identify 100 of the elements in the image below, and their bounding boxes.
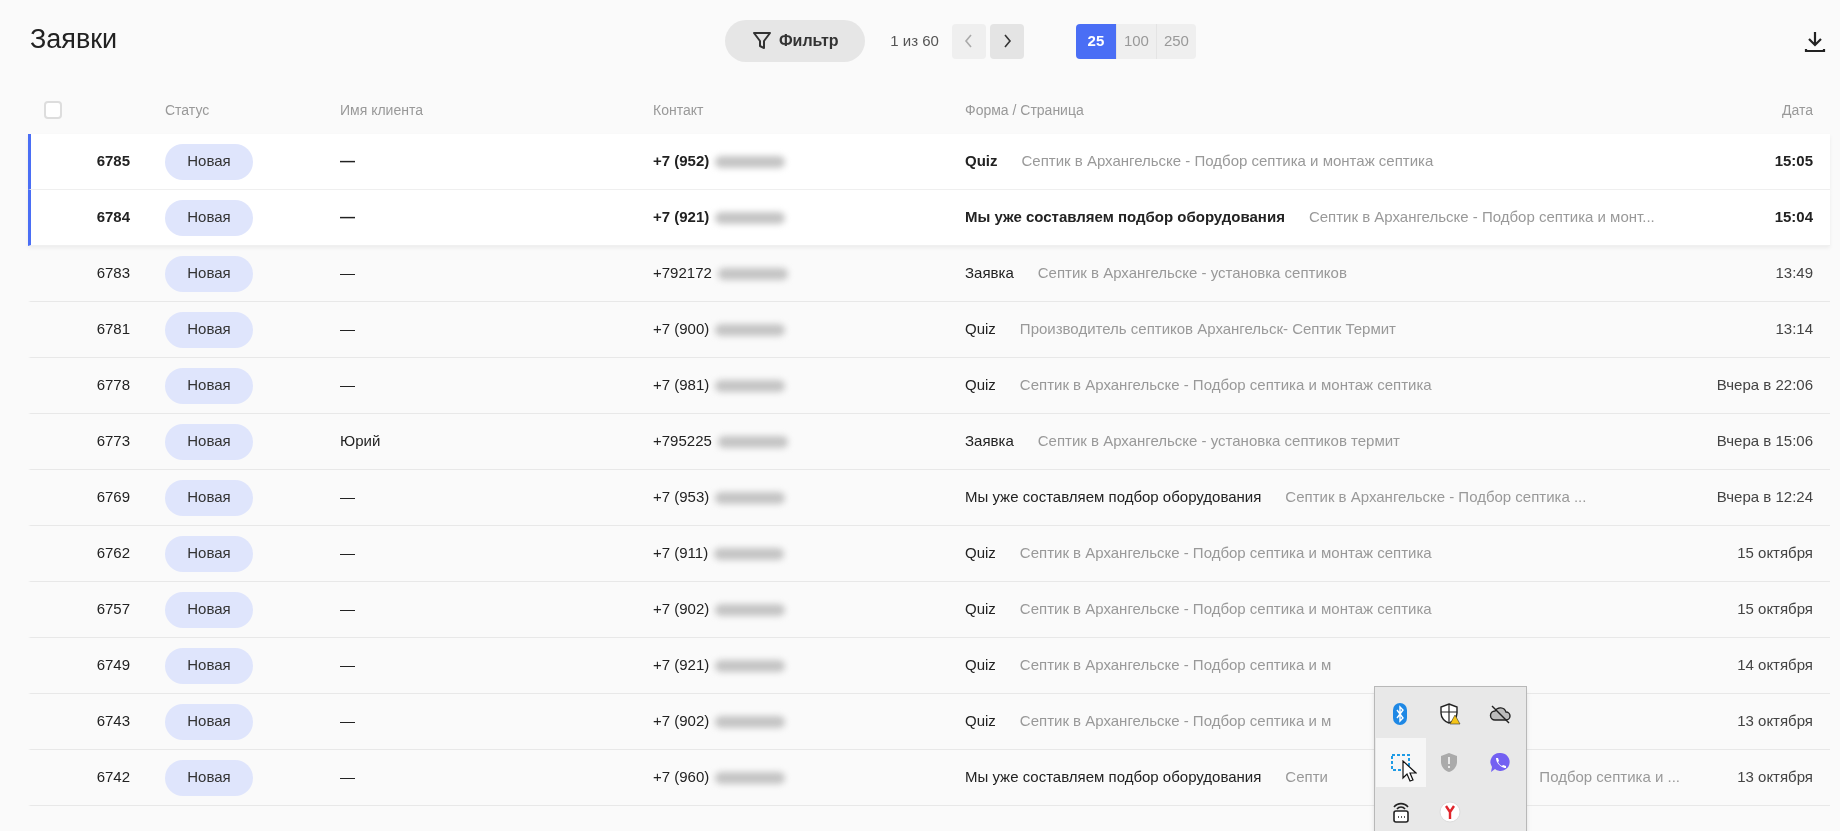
blurred-text xyxy=(715,155,786,168)
next-page-button[interactable] xyxy=(989,23,1024,59)
request-id: 6783 xyxy=(96,264,130,282)
form-name: Заявка xyxy=(965,431,1014,452)
form-name: Мы уже составляем подбор оборудования xyxy=(965,767,1262,788)
shield-warning-icon xyxy=(1439,702,1462,725)
client-name: — xyxy=(340,376,355,394)
selection-icon xyxy=(1389,751,1412,774)
blurred-text xyxy=(714,547,785,560)
date: 13:49 xyxy=(1775,264,1813,282)
contact-phone: +7 (921) xyxy=(653,207,710,228)
status-badge: Новая xyxy=(165,311,253,348)
request-id: 6773 xyxy=(96,432,130,450)
blurred-text xyxy=(715,603,786,616)
form-name: Quiz xyxy=(965,711,996,732)
page-name: Септик в Архангельске - Подбор септика и монтаж септика xyxy=(1019,599,1432,620)
download-button[interactable] xyxy=(1804,30,1826,52)
blurred-text xyxy=(717,435,788,448)
page-size-option[interactable]: 250 xyxy=(1155,23,1196,59)
date: Вчера в 15:06 xyxy=(1716,432,1813,450)
form-name: Quiz xyxy=(965,151,998,172)
blurred-text xyxy=(715,771,786,784)
contact-phone: +792172 xyxy=(653,263,712,284)
filter-button[interactable]: Фильтр xyxy=(725,20,866,62)
date: 13:14 xyxy=(1775,320,1813,338)
client-name: — xyxy=(340,152,355,170)
page-name: Септик в Архангельске - Подбор септика и м xyxy=(1019,711,1332,732)
form-name: Заявка xyxy=(965,263,1014,284)
page-range: 1 из 60 xyxy=(890,30,939,51)
blurred-text xyxy=(715,379,786,392)
request-id: 6762 xyxy=(96,544,130,562)
request-id: 6784 xyxy=(96,208,130,226)
date: 15:04 xyxy=(1774,208,1813,226)
client-name: — xyxy=(340,208,355,226)
client-name: — xyxy=(340,488,355,506)
status-badge: Новая xyxy=(165,479,253,516)
browser-icon xyxy=(1439,800,1462,823)
date: 15 октября xyxy=(1737,600,1813,618)
date: 15:05 xyxy=(1774,152,1813,170)
blurred-text xyxy=(715,323,786,336)
form-name: Quiz xyxy=(965,319,996,340)
status-badge: Новая xyxy=(165,423,253,460)
form-name: Мы уже составляем подбор оборудования xyxy=(965,487,1262,508)
page-name: Септик в Архангельске - Подбор септика и монтаж септика xyxy=(1019,375,1432,396)
status-badge: Новая xyxy=(165,143,253,180)
request-id: 6742 xyxy=(96,768,130,786)
date: 14 октября xyxy=(1737,656,1813,674)
date: 13 октября xyxy=(1737,712,1813,730)
blurred-text xyxy=(715,491,786,504)
client-name: — xyxy=(340,656,355,674)
page-name: Септик в Архангельске - Подбор септика и монтаж септика xyxy=(1021,151,1434,172)
page-name: Септик в Архангельске - Подбор септика и монтаж септика xyxy=(1019,543,1432,564)
status-badge: Новая xyxy=(165,255,253,292)
page-name: Септик в Архангельске - установка септиков xyxy=(1037,263,1347,284)
contact-phone: +7 (921) xyxy=(653,655,710,676)
filter-icon xyxy=(751,31,772,51)
page-name: Производитель септиков Архангельск- Септик Термит xyxy=(1019,319,1396,340)
client-name: — xyxy=(340,320,355,338)
request-id: 6743 xyxy=(96,712,130,730)
status-badge: Новая xyxy=(165,535,253,572)
date: 15 октября xyxy=(1737,544,1813,562)
contact-phone: +795225 xyxy=(653,431,712,452)
status-badge: Новая xyxy=(165,199,253,236)
page-name: Подбор септика и ... xyxy=(1539,767,1680,788)
page-name: Септик в Архангельске - установка септиков термит xyxy=(1037,431,1400,452)
status-badge: Новая xyxy=(165,367,253,404)
form-name: Quiz xyxy=(965,655,996,676)
page-title: Заявки xyxy=(30,22,118,56)
blurred-text xyxy=(715,715,786,728)
chat-phone-icon xyxy=(1489,751,1512,774)
form-name: Quiz xyxy=(965,599,996,620)
download-icon xyxy=(1804,30,1826,52)
column-header: Дата xyxy=(1782,101,1813,118)
form-name: Quiz xyxy=(965,375,996,396)
contact-phone: +7 (981) xyxy=(653,375,710,396)
contact-phone: +7 (911) xyxy=(653,543,709,564)
request-id: 6769 xyxy=(96,488,130,506)
select-all-checkbox[interactable] xyxy=(44,101,62,119)
client-name: Юрий xyxy=(340,432,381,450)
blurred-text xyxy=(717,267,788,280)
date: Вчера в 22:06 xyxy=(1716,376,1813,394)
contact-phone: +7 (953) xyxy=(653,487,710,508)
request-id: 6778 xyxy=(96,376,130,394)
column-header: Статус xyxy=(165,101,210,118)
status-badge: Новая xyxy=(165,647,253,684)
request-id: 6781 xyxy=(96,320,130,338)
page-name: Септик в Архангельске - Подбор септика и монт... xyxy=(1308,207,1655,228)
client-name: — xyxy=(340,264,355,282)
page-size-option[interactable]: 100 xyxy=(1115,23,1156,59)
form-name: Quiz xyxy=(965,543,996,564)
page-size-option[interactable]: 25 xyxy=(1075,23,1116,59)
column-header: Контакт xyxy=(653,101,704,118)
date: Вчера в 12:24 xyxy=(1716,488,1813,506)
request-id: 6749 xyxy=(96,656,130,674)
page-name: Септик в Архангельске - Подбор септика ... xyxy=(1285,487,1587,508)
contact-phone: +7 (900) xyxy=(653,319,710,340)
request-id: 6785 xyxy=(96,152,130,170)
cursor-icon xyxy=(1402,760,1417,783)
page-name: Септик в Архангельске - Подбор септика и м xyxy=(1019,655,1332,676)
status-badge: Новая xyxy=(165,703,253,740)
